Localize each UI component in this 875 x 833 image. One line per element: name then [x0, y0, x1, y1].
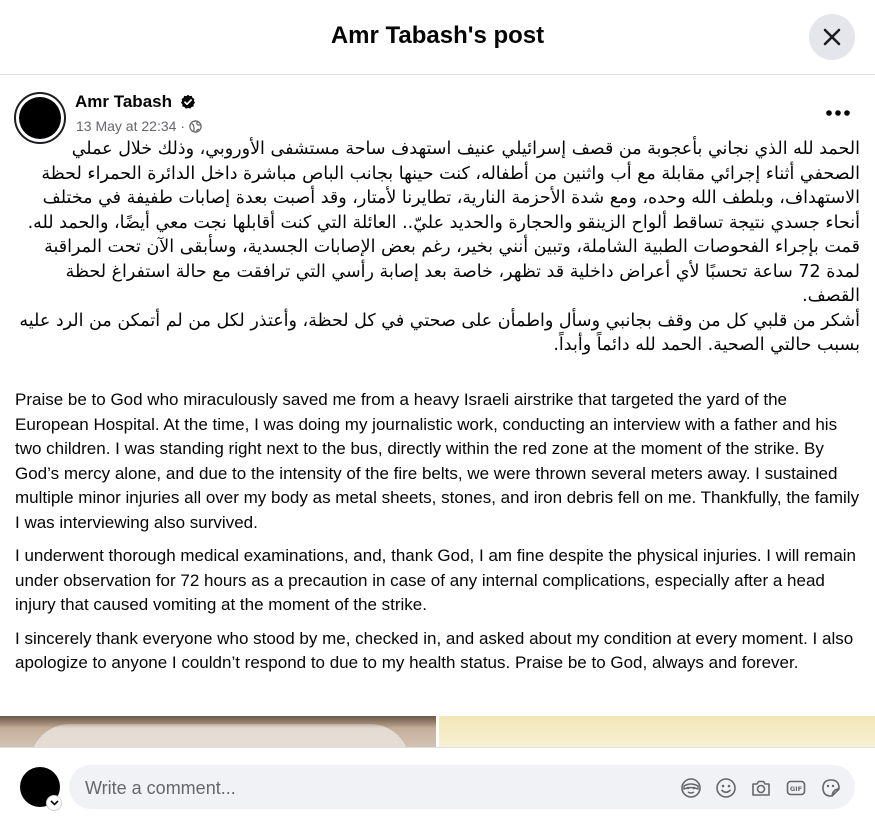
- close-button[interactable]: [809, 14, 855, 60]
- sticker-icon: [822, 779, 840, 797]
- post-meta: 13 May at 22:34 ·: [76, 118, 202, 134]
- svg-text:GIF: GIF: [790, 785, 802, 793]
- post-text-english: Praise be to God who miraculously saved …: [15, 388, 860, 685]
- post-text-arabic: الحمد لله الذي نجاني بأعجوبة من قصف إسرا…: [14, 137, 860, 358]
- post-photo-2[interactable]: [439, 716, 875, 747]
- post-timestamp[interactable]: 13 May at 22:34: [76, 118, 176, 134]
- english-paragraph: I underwent thorough medical examination…: [15, 546, 857, 614]
- author-name[interactable]: Amr Tabash: [75, 92, 172, 112]
- arabic-paragraph: قمت بإجراء الفحوصات الطبية الشاملة، وتبي…: [44, 237, 860, 306]
- more-horizontal-icon: [826, 110, 850, 116]
- comment-input[interactable]: [83, 765, 667, 811]
- arabic-paragraph: أشكر من قلبي كل من وقف بجانبي وسأل واطمأ…: [19, 310, 860, 356]
- post-photo-1[interactable]: [0, 716, 436, 747]
- globe-icon: [189, 119, 202, 133]
- comment-input-container[interactable]: GIF: [69, 765, 855, 811]
- english-paragraph: I sincerely thank everyone who stood by …: [15, 628, 854, 673]
- comment-composer: GIF: [0, 747, 875, 833]
- gif-button[interactable]: GIF: [785, 777, 807, 799]
- camera-icon: [752, 780, 770, 796]
- author-avatar-image: [19, 97, 61, 139]
- english-paragraph: Praise be to God who miraculously saved …: [15, 390, 860, 532]
- gif-icon: GIF: [786, 780, 806, 796]
- post-dialog-header: Amr Tabash's post: [0, 0, 875, 75]
- profile-switch-button[interactable]: [46, 795, 62, 811]
- avatar-sticker-icon: [681, 778, 701, 798]
- chevron-down-icon: [49, 800, 59, 806]
- emoji-button[interactable]: [715, 777, 737, 799]
- post-scroll-area[interactable]: Amr Tabash 13 May at 22:34 · الحمد لله ا…: [0, 75, 875, 747]
- emoji-icon: [716, 778, 736, 798]
- photo-content: [30, 724, 410, 747]
- more-options-button[interactable]: [822, 101, 854, 125]
- sticker-button[interactable]: [820, 777, 842, 799]
- verified-badge-icon: [181, 94, 195, 109]
- avatar-sticker-button[interactable]: [680, 777, 702, 799]
- close-icon: [823, 28, 841, 46]
- arabic-paragraph: الحمد لله الذي نجاني بأعجوبة من قصف إسرا…: [27, 139, 860, 233]
- photo-button[interactable]: [750, 777, 772, 799]
- dialog-title: Amr Tabash's post: [330, 22, 545, 49]
